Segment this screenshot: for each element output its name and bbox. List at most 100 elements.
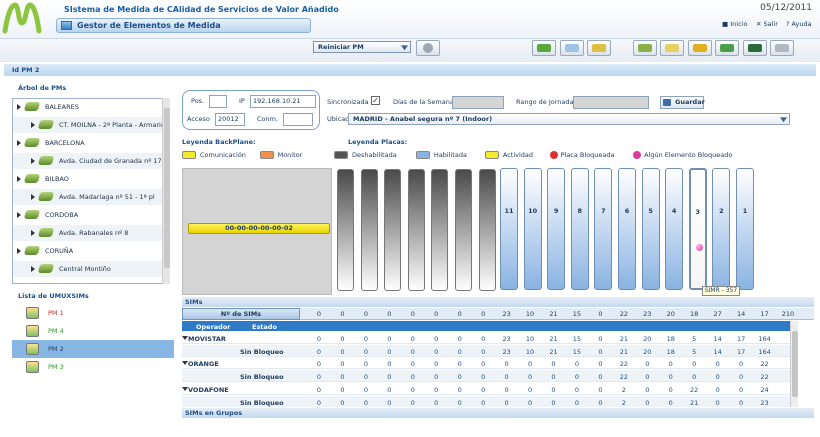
disabled-slot[interactable]	[360, 169, 378, 291]
slot-1[interactable]: 1	[736, 168, 754, 290]
chevron-right-icon[interactable]	[17, 248, 21, 254]
module-title: Gestor de Elementos de Medida	[77, 21, 221, 30]
table-cell: 0	[739, 398, 744, 407]
status-row[interactable]: Sin Bloqueo 0 0 0 0 0 0 0 0 0 0 0 0 0 22 0 0 0 0 0 22	[182, 370, 790, 383]
tree-node[interactable]: Central Montiño	[13, 261, 163, 277]
table-cell: 0	[340, 373, 345, 382]
nsims-button[interactable]: Nº de SIMs	[182, 308, 300, 320]
table-cell: 0	[434, 335, 439, 343]
operator-name: ORANGE	[188, 360, 219, 369]
operator-row[interactable]: ORANGE 0 0 0 0 0 0 0 0 0 0 0 0 0 22 0 0 0 0 0 22	[182, 357, 790, 370]
slot-11[interactable]: 11	[500, 168, 518, 290]
export-button[interactable]	[715, 40, 739, 56]
table-cell: 0	[574, 360, 579, 369]
umux-icon	[26, 361, 39, 373]
tools-icon	[775, 44, 789, 52]
chevron-right-icon[interactable]	[17, 104, 21, 110]
home-link-label: Inicio	[730, 20, 748, 28]
table-cell: 0	[645, 398, 650, 407]
status-row[interactable]: Sin Bloqueo 0 0 0 0 0 0 0 0 23 10 21 15 0 21 20 18 5 14 17 1…	[182, 344, 790, 357]
umux-item[interactable]: PM 1	[12, 304, 174, 322]
tree-node[interactable]: Avda. Ciudad de Granada nº 178	[13, 153, 163, 169]
chevron-right-icon[interactable]	[17, 212, 21, 218]
tree-node[interactable]: BARCELONA	[13, 135, 163, 151]
table-cell: 0	[551, 373, 556, 382]
slot-5[interactable]: 5	[641, 168, 660, 290]
operator-row[interactable]: VODAFONE 0 0 0 0 0 0 0 0 0 0 0 0 0 2 0 0 22 0 0 24	[182, 383, 790, 395]
gear-button[interactable]	[416, 40, 440, 56]
total-cell: 14	[736, 310, 746, 318]
slot-3[interactable]: 3	[688, 168, 707, 290]
umux-item[interactable]: PM 4	[12, 322, 174, 340]
chevron-right-icon[interactable]	[31, 194, 35, 200]
table-scroll-thumb[interactable]	[792, 331, 798, 397]
table-cell: 18	[666, 335, 675, 343]
disabled-slot[interactable]	[478, 169, 496, 291]
table-cell: 0	[410, 373, 415, 382]
slot-label: 7	[601, 207, 606, 215]
table-cell: 0	[551, 398, 556, 407]
help-link[interactable]: ? Ayuda	[786, 20, 812, 28]
tools-button[interactable]	[770, 40, 794, 56]
slot-4[interactable]: 4	[665, 168, 684, 290]
pm-device-icon	[37, 192, 55, 201]
table-cell: 0	[316, 360, 322, 369]
tree-node[interactable]: Avda. Rabanales nº 8	[13, 225, 163, 241]
tree-node[interactable]: BILBAO	[13, 171, 163, 187]
disabled-slot[interactable]	[431, 169, 449, 291]
table-cell: 0	[668, 385, 673, 394]
disabled-slot[interactable]	[455, 169, 472, 291]
brand-logo	[2, 2, 42, 34]
tree-node[interactable]: CT. MOILNA - 2ª Planta - Armario 1	[13, 117, 163, 133]
disabled-slot[interactable]	[337, 169, 354, 291]
chevron-right-icon[interactable]	[17, 176, 21, 182]
tree-scroll-thumb[interactable]	[164, 108, 170, 268]
table-cell: 0	[434, 385, 439, 394]
table-cell: 0	[410, 398, 415, 407]
card-icon	[665, 44, 679, 52]
chevron-right-icon[interactable]	[31, 158, 35, 164]
table-cell: 0	[715, 398, 720, 407]
disabled-slot[interactable]	[384, 169, 402, 291]
grupos-bar[interactable]: SIMs en Grupos	[182, 408, 814, 418]
monitor-green-button[interactable]	[532, 40, 556, 56]
chevron-right-icon[interactable]	[31, 266, 35, 272]
tree-node[interactable]: CORUÑA	[13, 243, 163, 259]
tree-scrollbar[interactable]	[162, 98, 170, 284]
chevron-right-icon[interactable]	[31, 122, 35, 128]
network-button[interactable]	[587, 40, 611, 56]
umux-item[interactable]: PM 3	[12, 358, 174, 376]
device-green-button[interactable]	[632, 40, 657, 56]
pm-tree[interactable]: BALEARES CT. MOILNA - 2ª Planta - Armario…	[12, 98, 170, 284]
help-link-label: Ayuda	[791, 20, 812, 28]
tree-node[interactable]: Avda. Madariaga nº 51 - 1ª pl	[13, 189, 163, 205]
slot-9[interactable]: 9	[547, 168, 566, 290]
slot-6[interactable]: 6	[618, 168, 636, 290]
reset-pm-select[interactable]: Reiniciar PM	[313, 41, 411, 53]
tree-node[interactable]: CORDOBA	[13, 207, 163, 223]
chevron-right-icon[interactable]	[31, 230, 35, 236]
tree-node[interactable]: BALEARES	[13, 99, 163, 115]
table-cell: 17	[736, 347, 746, 356]
exit-link[interactable]: ✕ Salir	[756, 20, 778, 28]
terminal-button[interactable]	[742, 40, 767, 56]
slot-2[interactable]: 2	[712, 168, 731, 290]
chevron-right-icon[interactable]	[17, 140, 21, 146]
home-link[interactable]: ■ Inicio	[722, 20, 747, 28]
module-bar: Gestor de Elementos de Medida	[56, 18, 311, 33]
disabled-slot[interactable]	[407, 169, 425, 291]
slot-7[interactable]: 7	[594, 168, 613, 290]
operator-row[interactable]: MOVISTAR 0 0 0 0 0 0 0 0 23 10 21 15 0 21 20 18 5 14 17 164	[182, 332, 790, 344]
slot-8[interactable]: 8	[570, 168, 589, 290]
table-cell: 0	[645, 373, 650, 382]
table-cell: 0	[481, 347, 486, 356]
status-row[interactable]: Sin Bloqueo 0 0 0 0 0 0 0 0 0 0 0 0 0 2 0 0 21 0 0 23	[182, 395, 790, 407]
total-cell: 0	[481, 310, 486, 318]
table-cell: 0	[387, 347, 392, 356]
card-yellow-button[interactable]	[687, 40, 712, 56]
slot-10[interactable]: 10	[523, 168, 542, 290]
table-scrollbar[interactable]	[790, 321, 798, 407]
card-button[interactable]	[660, 40, 684, 56]
window-button[interactable]	[559, 40, 584, 56]
umux-item[interactable]: PM 2	[12, 340, 174, 358]
